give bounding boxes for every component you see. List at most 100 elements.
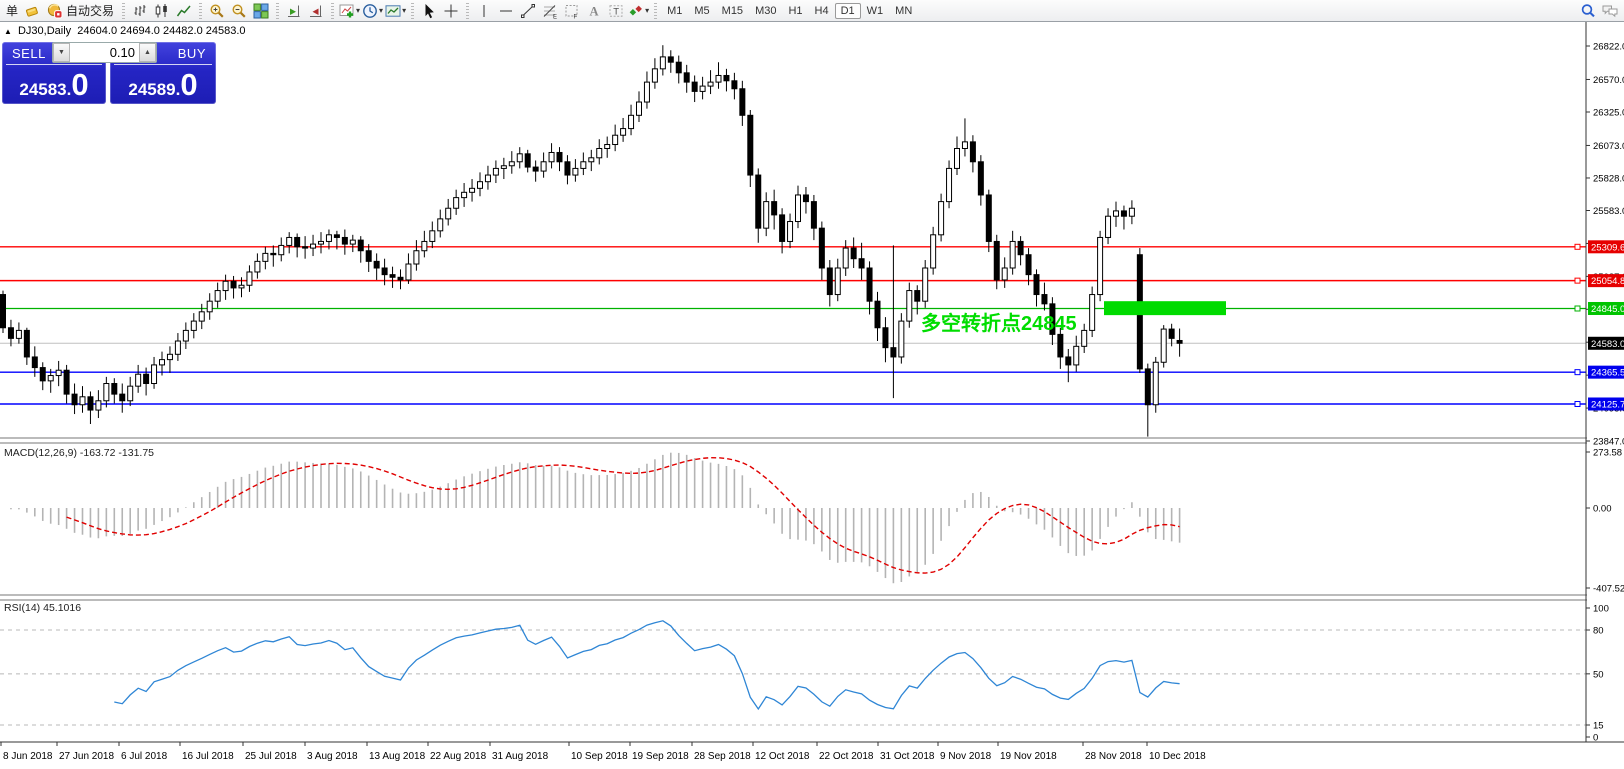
line-handle[interactable] — [1575, 278, 1580, 283]
gold-icon[interactable] — [21, 1, 43, 21]
candle[interactable] — [1121, 211, 1126, 216]
candle[interactable] — [1090, 295, 1095, 331]
candle[interactable] — [740, 89, 745, 116]
chart-annotation[interactable]: 多空转折点24845 — [921, 311, 1077, 335]
chart-shift-icon[interactable] — [305, 1, 327, 21]
candle[interactable] — [24, 330, 29, 357]
candle[interactable] — [613, 135, 618, 144]
tf-button-w1[interactable]: W1 — [861, 3, 890, 19]
candle[interactable] — [629, 115, 634, 128]
candle[interactable] — [136, 374, 141, 386]
tf-button-d1[interactable]: D1 — [835, 3, 861, 19]
candle[interactable] — [1018, 241, 1023, 254]
indicators-icon[interactable]: ▾ — [338, 1, 361, 21]
candle[interactable] — [366, 251, 371, 262]
candle[interactable] — [16, 330, 21, 338]
candle[interactable] — [843, 248, 848, 268]
candle[interactable] — [342, 237, 347, 244]
line-chart-icon[interactable] — [173, 1, 195, 21]
candle[interactable] — [1058, 334, 1063, 357]
candle[interactable] — [732, 81, 737, 89]
candle[interactable] — [485, 175, 490, 182]
candle[interactable] — [716, 75, 721, 82]
candle[interactable] — [549, 152, 554, 161]
candle[interactable] — [144, 374, 149, 383]
candle[interactable] — [756, 175, 761, 228]
candle[interactable] — [104, 384, 109, 401]
candle[interactable] — [319, 241, 324, 244]
candle[interactable] — [462, 192, 467, 197]
search-icon[interactable] — [1577, 1, 1599, 21]
candle[interactable] — [1114, 211, 1119, 216]
candle[interactable] — [597, 149, 602, 158]
candle[interactable] — [883, 328, 888, 348]
candle[interactable] — [287, 237, 292, 245]
candle[interactable] — [962, 142, 967, 149]
candle[interactable] — [1066, 357, 1071, 365]
bar-chart-icon[interactable] — [129, 1, 151, 21]
candle[interactable] — [358, 240, 363, 251]
candle[interactable] — [152, 365, 157, 384]
candle[interactable] — [978, 162, 983, 195]
candle[interactable] — [1129, 208, 1134, 216]
candle[interactable] — [1145, 369, 1150, 405]
candle[interactable] — [668, 57, 673, 62]
candle[interactable] — [605, 145, 610, 149]
candle[interactable] — [907, 291, 912, 322]
candle[interactable] — [199, 312, 204, 321]
candle[interactable] — [311, 244, 316, 248]
candle[interactable] — [509, 162, 514, 166]
crosshair-icon[interactable] — [440, 1, 462, 21]
trendline-icon[interactable] — [517, 1, 539, 21]
time-axis[interactable] — [0, 743, 1624, 769]
candle[interactable] — [446, 208, 451, 219]
candle[interactable] — [772, 202, 777, 215]
candle[interactable] — [1153, 362, 1158, 404]
zoom-out-icon[interactable] — [228, 1, 250, 21]
new-order-button[interactable]: 单 — [3, 2, 21, 19]
volume-increase-button[interactable]: ▲ — [139, 43, 156, 62]
candle[interactable] — [406, 264, 411, 280]
candle[interactable] — [382, 268, 387, 275]
candle[interactable] — [915, 291, 920, 302]
candle[interactable] — [112, 384, 117, 395]
candle[interactable] — [811, 202, 816, 229]
candle[interactable] — [295, 237, 300, 246]
tf-button-m1[interactable]: M1 — [661, 3, 688, 19]
candle[interactable] — [899, 321, 904, 357]
candle[interactable] — [565, 162, 570, 175]
candle[interactable] — [692, 82, 697, 91]
candle[interactable] — [748, 115, 753, 175]
candle[interactable] — [80, 397, 85, 405]
candle[interactable] — [533, 167, 538, 171]
line-handle[interactable] — [1575, 306, 1580, 311]
text-label-icon[interactable]: T — [605, 1, 627, 21]
text-icon[interactable]: A — [583, 1, 605, 21]
candle[interactable] — [517, 154, 522, 162]
chevron-down-icon[interactable]: ▾ — [645, 6, 649, 15]
candle[interactable] — [637, 102, 642, 115]
volume-decrease-button[interactable]: ▼ — [53, 43, 70, 62]
candle[interactable] — [1034, 275, 1039, 295]
candle[interactable] — [191, 321, 196, 330]
candle[interactable] — [414, 251, 419, 264]
candle[interactable] — [72, 394, 77, 405]
candle[interactable] — [501, 166, 506, 169]
candle[interactable] — [827, 268, 832, 295]
candle[interactable] — [422, 241, 427, 250]
line-handle[interactable] — [1575, 401, 1580, 406]
candle[interactable] — [788, 222, 793, 242]
zoom-in-icon[interactable] — [206, 1, 228, 21]
arrows-icon[interactable]: ▾ — [627, 1, 650, 21]
candle[interactable] — [891, 348, 896, 357]
candle[interactable] — [334, 235, 339, 238]
candle[interactable] — [438, 219, 443, 231]
cursor-icon[interactable] — [418, 1, 440, 21]
candle[interactable] — [994, 241, 999, 280]
candle[interactable] — [120, 394, 125, 401]
candle[interactable] — [970, 142, 975, 162]
chevron-down-icon[interactable]: ▾ — [379, 6, 383, 15]
templates-icon[interactable]: ▾ — [384, 1, 407, 21]
candle[interactable] — [525, 154, 530, 167]
candle[interactable] — [557, 152, 562, 161]
